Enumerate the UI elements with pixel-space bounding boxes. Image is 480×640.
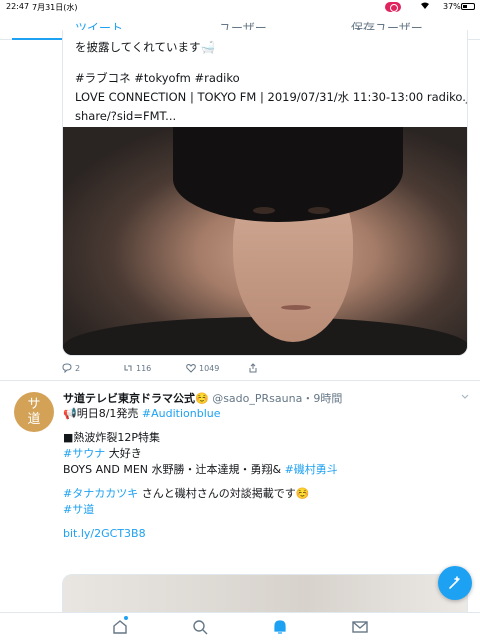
- tweet-text-line: を披露してくれています🛁: [75, 40, 215, 54]
- photo-mouth: [281, 305, 311, 310]
- url-link[interactable]: bit.ly/2GCT3B8: [63, 527, 146, 540]
- user-handle[interactable]: @sado_PRsauna: [212, 392, 302, 405]
- nav-home[interactable]: [111, 618, 129, 636]
- nav-notifications[interactable]: [271, 618, 289, 636]
- retweet-icon: [124, 365, 132, 371]
- like-button[interactable]: 1049: [186, 363, 219, 373]
- photo-eye: [308, 207, 330, 214]
- hashtag-link[interactable]: #Auditionblue: [142, 407, 221, 420]
- tweet-hashtags: #ラブコネ #tokyofm #radiko: [75, 71, 240, 85]
- bottom-navigation: [0, 612, 480, 640]
- tweet-text: 📢明日8/1発売 #Auditionblue ■熱波炸裂12P特集 #サウナ 大…: [63, 406, 468, 542]
- tweet-text-line: BOYS AND MEN 水野勝・辻本達規・勇翔&: [63, 463, 285, 476]
- tweet-actions: 2 116 1049: [62, 363, 362, 377]
- tweet-header: サ道テレビ東京ドラマ公式☺️ @sado_PRsauna・9時間: [63, 390, 342, 406]
- tweet-text-line: ■熱波炸裂12P特集: [63, 431, 161, 444]
- tweet-text: を披露してくれています🛁 #ラブコネ #tokyofm #radiko LOVE…: [75, 38, 468, 126]
- tweet-divider: [0, 380, 480, 381]
- share-button[interactable]: [248, 363, 258, 373]
- tweet-text-line: 📢明日8/1発売: [63, 407, 142, 420]
- status-time: 22:47: [6, 2, 30, 11]
- tweet-photo[interactable]: [63, 127, 467, 355]
- retweet-button[interactable]: 116: [123, 363, 151, 373]
- display-name[interactable]: サ道テレビ東京ドラマ公式☺️: [63, 392, 209, 405]
- nav-search[interactable]: [191, 618, 209, 636]
- hashtag-link[interactable]: #磯村勇斗: [285, 463, 338, 476]
- battery-percent: 37%: [443, 2, 461, 11]
- hashtag-link[interactable]: #タナカカツキ: [63, 487, 138, 500]
- hashtag-link[interactable]: #サウナ: [63, 447, 105, 460]
- tweet-time: ・9時間: [302, 392, 343, 405]
- reply-count: 2: [75, 363, 81, 373]
- compose-button[interactable]: [438, 566, 472, 600]
- status-date: 7月31日(水): [32, 3, 78, 12]
- photo-eye: [253, 207, 275, 214]
- home-icon: [113, 620, 127, 634]
- chevron-down-icon[interactable]: [460, 392, 470, 402]
- wifi-icon: [420, 1, 430, 13]
- tweet-text-line: LOVE CONNECTION | TOKYO FM | 2019/07/31/…: [75, 90, 468, 104]
- heart-icon: [186, 363, 196, 373]
- compose-icon: [449, 576, 460, 589]
- hashtag-link[interactable]: #サ道: [63, 503, 94, 516]
- tweet-text-line: さんと磯村さんの対談掲載です☺️: [138, 487, 310, 500]
- nav-messages[interactable]: [351, 618, 369, 636]
- share-icon: [249, 363, 257, 373]
- mail-icon: [352, 621, 368, 633]
- bell-icon: [274, 620, 286, 634]
- tweet-card[interactable]: を披露してくれています🛁 #ラブコネ #tokyofm #radiko LOVE…: [62, 30, 468, 356]
- search-icon: [193, 620, 208, 635]
- screen-recording-icon: [385, 2, 401, 12]
- photo-hair: [173, 127, 403, 222]
- reply-button[interactable]: 2: [62, 363, 80, 373]
- battery-icon: [461, 3, 475, 10]
- retweet-count: 116: [136, 363, 152, 373]
- avatar[interactable]: サ 道: [14, 392, 54, 432]
- like-count: 1049: [199, 363, 220, 373]
- reply-icon: [62, 363, 72, 373]
- status-bar: 22:47 7月31日(水) 37%: [0, 0, 480, 14]
- tweet-text-line: share/?sid=FMT...: [75, 109, 177, 123]
- tweet-text-line: 大好き: [105, 447, 142, 460]
- avatar-text: サ 道: [27, 397, 41, 427]
